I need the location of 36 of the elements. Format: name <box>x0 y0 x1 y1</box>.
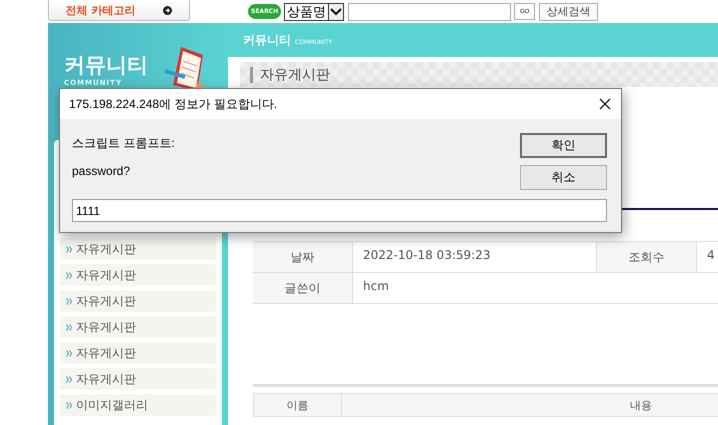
dialog-title: 175.198.224.248에 정보가 필요합니다. <box>69 96 278 112</box>
double-chevron-icon <box>66 298 72 304</box>
board-title: 자유게시판 <box>260 66 330 82</box>
password-field[interactable]: 1111 <box>72 199 607 222</box>
cancel-button[interactable]: 취소 <box>520 165 607 190</box>
search-field[interactable] <box>348 2 512 20</box>
sidebar-item[interactable]: 자유게시판 <box>60 342 216 364</box>
ok-button[interactable]: 확인 <box>520 133 607 158</box>
detail-search-button[interactable]: 상세검색 <box>539 2 598 20</box>
sidebar-title: 커뮤니티 <box>64 52 148 79</box>
arrow-circle-icon <box>163 6 172 14</box>
sidebar-item[interactable]: 자유게시판 <box>60 290 216 312</box>
double-chevron-icon <box>66 350 72 356</box>
field-label: 날짜 <box>253 242 353 272</box>
double-chevron-icon <box>66 376 72 382</box>
sidebar-item[interactable]: 자유게시판 <box>60 368 216 390</box>
column-header: 내용 <box>342 394 718 416</box>
field-value: hcm <box>362 278 390 295</box>
close-button[interactable] <box>597 96 613 112</box>
sidebar-item[interactable]: 자유게시판 <box>60 238 216 260</box>
double-chevron-icon <box>66 402 72 408</box>
field-label: 조회수 <box>597 242 697 272</box>
close-icon <box>599 98 611 110</box>
sidebar-item[interactable]: 이미지갤러리 <box>60 394 216 416</box>
header-title: 커뮤니티 <box>243 32 291 48</box>
sidebar-item[interactable]: 자유게시판 <box>60 316 216 338</box>
prompt-message: password? <box>72 164 132 178</box>
column-header: 이름 <box>254 394 342 416</box>
sidebar-item[interactable]: 자유게시판 <box>60 264 216 286</box>
double-chevron-icon <box>66 324 72 330</box>
double-chevron-icon <box>66 272 72 278</box>
search-select[interactable]: 상품명 <box>284 2 344 20</box>
prompt-label: 스크립트 프롬프트: <box>72 135 175 152</box>
double-chevron-icon <box>66 246 72 252</box>
field-value: 4 <box>706 247 716 264</box>
field-label: 글쓴이 <box>253 273 353 303</box>
